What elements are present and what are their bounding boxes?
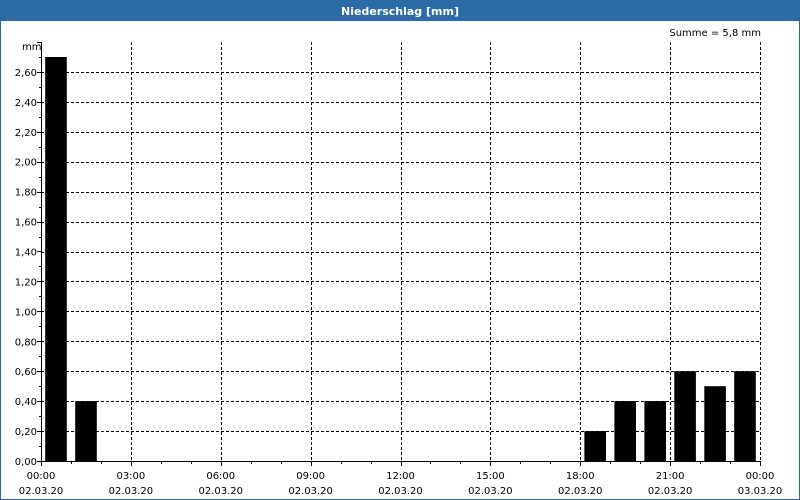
sum-annotation: Summe = 5,8 mm bbox=[669, 28, 761, 39]
x-tick-label-date: 02.03.20 bbox=[378, 486, 423, 497]
y-tick-label: 2,60 bbox=[15, 68, 37, 79]
y-tick-label: 0,40 bbox=[15, 397, 37, 408]
bar bbox=[614, 401, 636, 461]
bar bbox=[734, 371, 756, 461]
x-tick-label-date: 02.03.20 bbox=[19, 486, 64, 497]
y-axis-unit: mm bbox=[22, 42, 41, 53]
bar bbox=[45, 57, 67, 461]
y-tick-label: 1,60 bbox=[15, 218, 37, 229]
y-tick-label: 0,80 bbox=[15, 337, 37, 348]
x-tick-label-date: 02.03.20 bbox=[288, 486, 333, 497]
x-tick-label-time: 00:00 bbox=[27, 471, 56, 482]
x-tick-label-time: 06:00 bbox=[206, 471, 235, 482]
bar bbox=[674, 371, 696, 461]
precipitation-chart: mm Summe = 5,8 mm 0,00 0,20 0,40 0,60 0,80 1,… bbox=[15, 28, 783, 497]
bar bbox=[644, 401, 666, 461]
x-tick-label-date: 02.03.20 bbox=[109, 486, 154, 497]
x-tick-label-date: 02.03.20 bbox=[198, 486, 243, 497]
bars bbox=[45, 57, 756, 461]
x-tick-label-time: 21:00 bbox=[656, 471, 685, 482]
y-tick-label: 1,80 bbox=[15, 188, 37, 199]
y-tick-label: 1,40 bbox=[15, 248, 37, 259]
x-tick-label-time: 03:00 bbox=[116, 471, 145, 482]
bar bbox=[584, 431, 606, 461]
y-tick-label: 2,40 bbox=[15, 98, 37, 109]
x-tick-label-time: 09:00 bbox=[296, 471, 325, 482]
y-tick-label: 1,00 bbox=[15, 307, 37, 318]
x-tick-label-date: 02.03.20 bbox=[558, 486, 603, 497]
y-tick-label: 2,20 bbox=[15, 128, 37, 139]
x-tick-labels: 00:00 02.03.20 03:00 02.03.20 06:00 02.03.20 0… bbox=[19, 471, 783, 497]
grid-lines bbox=[41, 42, 761, 461]
x-tick-label-date: 02.03.20 bbox=[648, 486, 693, 497]
y-tick-label: 1,20 bbox=[15, 277, 37, 288]
y-tick-label: 2,00 bbox=[15, 158, 37, 169]
x-tick-label-time: 12:00 bbox=[386, 471, 415, 482]
x-tick-label-time: 00:00 bbox=[746, 471, 775, 482]
y-tick-label: 0,60 bbox=[15, 367, 37, 378]
bar bbox=[704, 386, 726, 461]
y-tick-label: 0,20 bbox=[15, 427, 37, 438]
y-tick-labels: 0,00 0,20 0,40 0,60 0,80 1,00 1,20 1,40 1,60 1,80… bbox=[15, 68, 37, 468]
x-tick-label-date: 03.03.20 bbox=[738, 486, 783, 497]
x-tick-label-date: 02.03.20 bbox=[468, 486, 513, 497]
bar bbox=[75, 401, 97, 461]
x-tick-label-time: 18:00 bbox=[566, 471, 595, 482]
y-tick-label: 0,00 bbox=[15, 457, 37, 468]
x-tick-label-time: 15:00 bbox=[476, 471, 505, 482]
